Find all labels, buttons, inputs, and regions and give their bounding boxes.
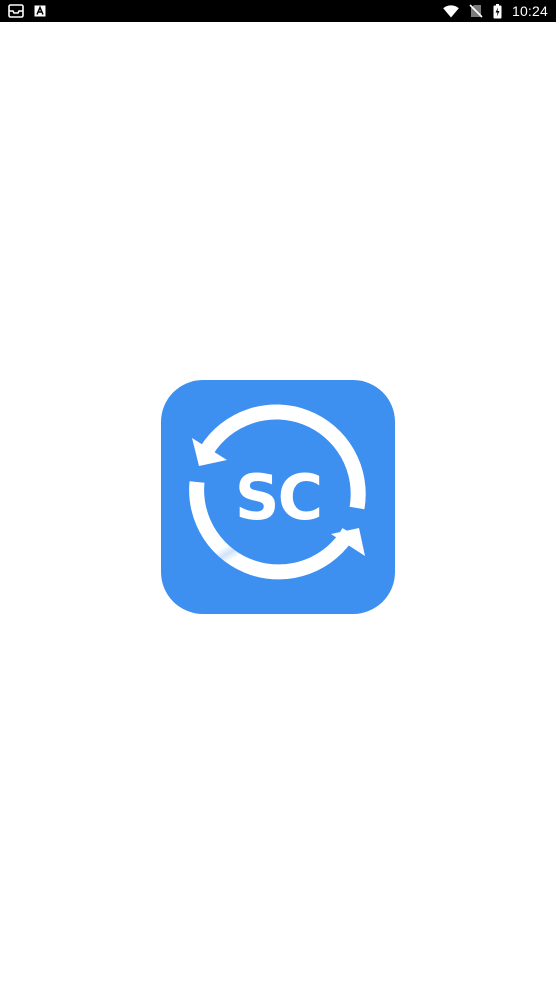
splash-screen: SC: [0, 22, 556, 994]
status-bar-right: 10:24: [443, 3, 548, 19]
inbox-notification-icon: [8, 4, 24, 18]
battery-icon: [493, 3, 502, 19]
no-sim-icon: [469, 4, 483, 18]
status-time: 10:24: [511, 3, 548, 19]
logo-text: SC: [235, 461, 321, 534]
wifi-icon: [443, 4, 459, 18]
app-logo: SC: [161, 380, 395, 614]
status-bar-left: [8, 4, 46, 18]
status-bar: 10:24: [0, 0, 556, 22]
keyboard-a-notification-icon: [34, 5, 46, 17]
